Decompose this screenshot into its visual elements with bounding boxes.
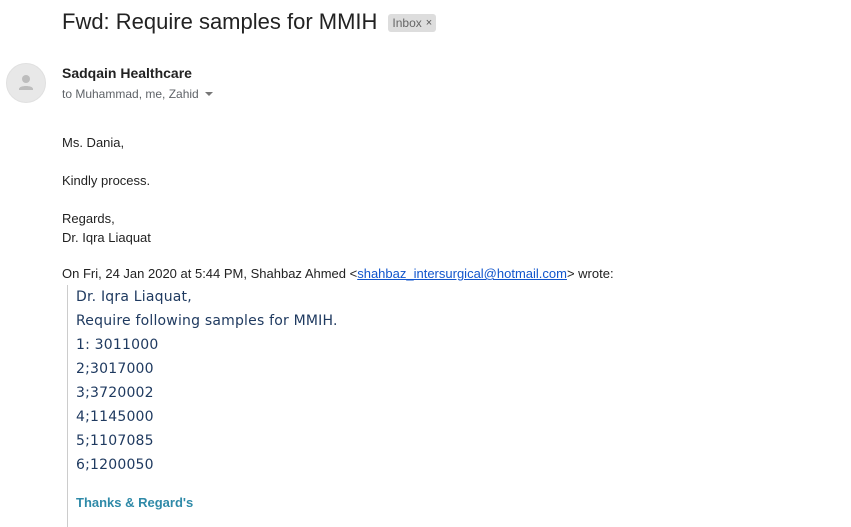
recipients-row[interactable]: to Muhammad, me, Zahid — [62, 87, 213, 101]
quoted-line: Dr. Iqra Liaquat, — [76, 289, 192, 305]
sender-avatar[interactable] — [6, 63, 46, 103]
quoted-line: 6;1200050 — [76, 457, 154, 473]
signoff: Regards, — [62, 211, 115, 226]
quoted-line: 2;3017000 — [76, 361, 154, 377]
chevron-down-icon[interactable] — [204, 92, 213, 96]
quoted-line: 1: 3011000 — [76, 337, 159, 353]
quoted-line: 5;1107085 — [76, 433, 154, 449]
email-subject: Fwd: Require samples for MMIH — [62, 9, 378, 34]
email-view: Fwd: Require samples for MMIH Inbox × Sa… — [0, 0, 851, 527]
quoted-line: 3;3720002 — [76, 385, 154, 401]
quoted-message: Dr. Iqra Liaquat, Require following samp… — [67, 285, 567, 527]
quoted-closing: Thanks & Regard's — [76, 495, 194, 510]
quoted-line: Require following samples for MMIH. — [76, 313, 338, 329]
inbox-label-chip[interactable]: Inbox × — [388, 14, 437, 32]
attribution-prefix: On Fri, 24 Jan 2020 at 5:44 PM, Shahbaz … — [62, 266, 358, 281]
signature: Dr. Iqra Liaquat — [62, 230, 151, 245]
recipients-text: to Muhammad, me, Zahid — [62, 87, 199, 101]
message-body: Ms. Dania, Kindly process. Regards, Dr. … — [62, 133, 151, 247]
greeting: Ms. Dania, — [62, 135, 125, 150]
label-text: Inbox — [392, 16, 422, 30]
subject-row: Fwd: Require samples for MMIH Inbox × — [62, 8, 437, 36]
quote-attribution: On Fri, 24 Jan 2020 at 5:44 PM, Shahbaz … — [62, 266, 614, 281]
attribution-suffix: > wrote: — [566, 266, 614, 281]
sender-email-link[interactable]: shahbaz_intersurgical@hotmail.com — [357, 266, 567, 281]
quoted-line: 4;1145000 — [76, 409, 154, 425]
close-icon[interactable]: × — [426, 15, 432, 31]
sender-name[interactable]: Sadqain Healthcare — [62, 65, 192, 81]
body-line: Kindly process. — [62, 173, 151, 188]
default-avatar-icon — [19, 75, 33, 90]
